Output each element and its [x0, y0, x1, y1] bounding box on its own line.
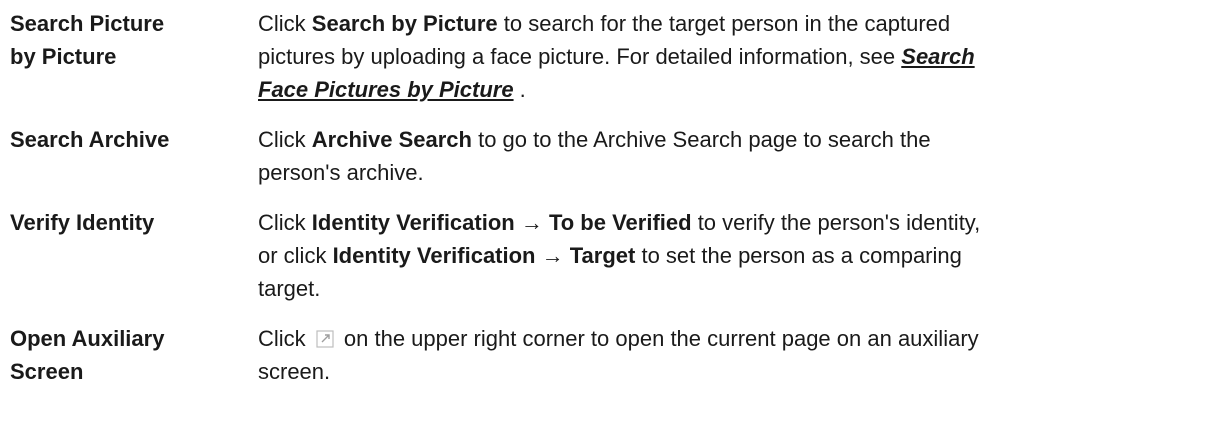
- term-line: Verify Identity: [10, 210, 155, 235]
- desc-text: Click: [258, 127, 312, 152]
- menu-reference: Identity Verification: [332, 243, 536, 268]
- button-reference: Search by Picture: [311, 11, 498, 36]
- desc-line: person's archive.: [258, 160, 424, 185]
- desc-text: Click: [258, 11, 312, 36]
- row-description: Click Identity Verification → To be Veri…: [258, 206, 1220, 305]
- row-description: Click Archive Search to go to the Archiv…: [258, 123, 1220, 189]
- desc-text: on the upper right corner to open the cu…: [337, 326, 979, 351]
- term-line: Search Picture: [10, 11, 165, 36]
- menu-reference: Identity Verification: [311, 210, 515, 235]
- term-line: Open Auxiliary: [10, 326, 165, 351]
- search-face-pictures-link[interactable]: Face Pictures by Picture: [258, 77, 514, 102]
- desc-line: Click Archive Search to go to the Archiv…: [258, 123, 1220, 156]
- desc-line: Click on the upper right corner to open …: [258, 322, 1220, 355]
- desc-text: Click: [258, 326, 312, 351]
- desc-text: to set the person as a comparing: [635, 243, 962, 268]
- search-face-pictures-link[interactable]: Search: [901, 44, 974, 69]
- menu-reference: To be Verified: [548, 210, 692, 235]
- desc-line: Face Pictures by Picture .: [258, 73, 1220, 106]
- row-description: Click on the upper right corner to open …: [258, 322, 1220, 388]
- desc-text: to search for the target person in the c…: [497, 11, 951, 36]
- desc-text: pictures by uploading a face picture. Fo…: [258, 44, 902, 69]
- open-external-icon: [315, 325, 335, 348]
- arrow-icon: →: [535, 243, 570, 268]
- row-term: Search Picture by Picture: [10, 7, 230, 73]
- desc-line: screen.: [258, 359, 331, 384]
- arrow-icon: →: [514, 210, 549, 235]
- desc-text: to verify the person's identity,: [691, 210, 981, 235]
- term-line: Search Archive: [10, 127, 170, 152]
- row-term: Open Auxiliary Screen: [10, 322, 230, 388]
- desc-line: pictures by uploading a face picture. Fo…: [258, 40, 1220, 73]
- term-line: Screen: [10, 359, 84, 384]
- desc-line: Click Identity Verification → To be Veri…: [258, 206, 1220, 239]
- term-line: by Picture: [10, 44, 117, 69]
- menu-reference: Target: [569, 243, 636, 268]
- row-term: Search Archive: [10, 123, 230, 156]
- row-description: Click Search by Picture to search for th…: [258, 7, 1220, 106]
- desc-text: or click: [258, 243, 333, 268]
- row-term: Verify Identity: [10, 206, 230, 239]
- desc-text: Click: [258, 210, 312, 235]
- desc-text: to go to the Archive Search page to sear…: [471, 127, 931, 152]
- function-table: Search Picture by Picture Click Search b…: [0, 0, 1224, 428]
- desc-line: or click Identity Verification → Target …: [258, 239, 1220, 272]
- desc-line: Click Search by Picture to search for th…: [258, 7, 1220, 40]
- button-reference: Archive Search: [311, 127, 472, 152]
- desc-line: target.: [258, 276, 321, 301]
- desc-text: .: [513, 77, 526, 102]
